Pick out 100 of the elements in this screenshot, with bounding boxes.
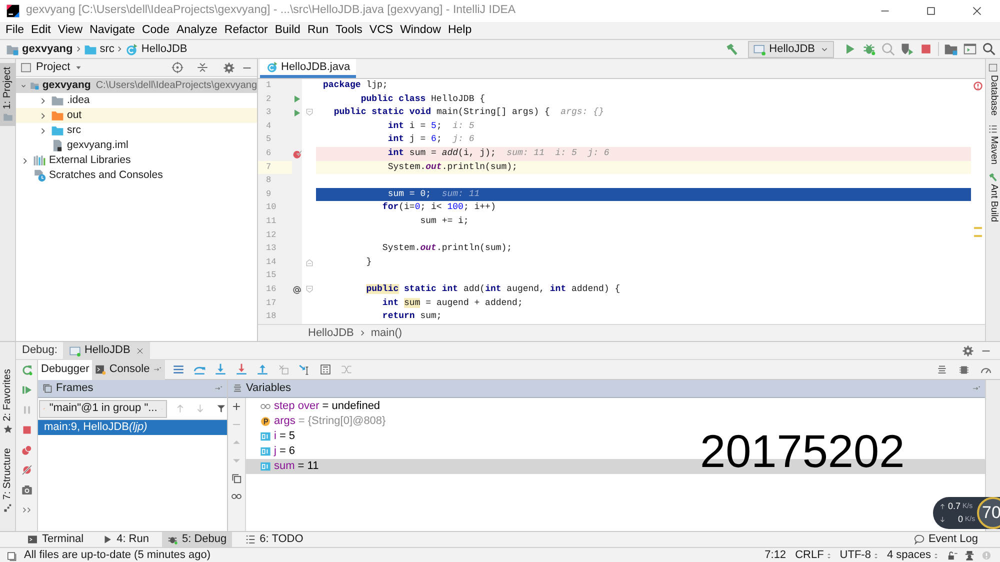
tool-window-tab[interactable]: 4: Run [96, 532, 154, 548]
tree-item[interactable]: out [16, 108, 257, 123]
menu-item[interactable]: Tools [332, 22, 366, 40]
tree-item[interactable]: .idea [16, 93, 257, 108]
window-icon[interactable] [6, 550, 18, 562]
run-configuration-dropdown[interactable]: HelloJDB [748, 40, 834, 58]
menu-item[interactable]: Edit [28, 22, 54, 40]
menu-item[interactable]: Code [138, 22, 173, 40]
tool-window-tab[interactable]: 1: Project [0, 63, 16, 126]
menu-item[interactable]: File [2, 22, 28, 40]
close-icon[interactable] [136, 346, 144, 354]
tool-window-tab[interactable]: 7: Structure [0, 448, 16, 513]
menu-item[interactable]: Run [304, 22, 332, 40]
tool-window-tab[interactable]: Database [986, 75, 1000, 116]
variable-row[interactable]: args = {String[0]@808} [246, 414, 985, 429]
tool-window-tab[interactable]: Ant Build [986, 184, 1000, 222]
add-icon[interactable] [231, 401, 242, 412]
camera-icon[interactable] [20, 484, 32, 496]
copy-icon[interactable] [231, 473, 242, 484]
calculator-icon[interactable] [318, 363, 332, 376]
resume-icon[interactable] [20, 384, 32, 396]
list-icon [232, 383, 243, 394]
search-icon[interactable] [982, 42, 996, 56]
view-dropdown[interactable]: Project [20, 59, 84, 76]
menu-item[interactable]: Navigate [86, 22, 138, 40]
editor-tab[interactable]: HelloJDB.java [260, 59, 356, 78]
tool-window-tab[interactable]: Terminal [22, 532, 89, 548]
encoding-selector[interactable]: UTF-8 [840, 547, 880, 562]
debug-icon[interactable] [862, 42, 876, 56]
breadcrumb[interactable]: gexvyang [6, 40, 73, 58]
menu-item[interactable]: Window [396, 22, 444, 40]
pin-icon[interactable] [152, 365, 162, 374]
frames-list-icon[interactable] [172, 363, 185, 376]
filter-icon[interactable] [216, 403, 226, 414]
run-icon[interactable] [292, 94, 302, 104]
menu-item[interactable]: Refactor [220, 22, 272, 40]
rerun-icon[interactable] [20, 364, 32, 376]
fold-icon[interactable] [304, 108, 314, 118]
tree-item[interactable]: External Libraries [16, 153, 257, 168]
shield-icon[interactable] [900, 42, 914, 56]
trace-icon[interactable] [340, 363, 353, 376]
breadcrumb[interactable]: src [84, 40, 114, 58]
tree-item[interactable]: src [16, 123, 257, 138]
view-tab[interactable]: Console [92, 360, 165, 380]
mute-breakpoints-icon[interactable] [20, 464, 32, 476]
breadcrumb[interactable]: HelloJDB [308, 324, 354, 342]
fold-icon[interactable] [304, 285, 314, 294]
line-separator-selector[interactable]: CRLF [795, 547, 833, 562]
step-into-icon[interactable] [214, 363, 227, 376]
breakpoints-icon[interactable] [20, 444, 32, 456]
stop-icon[interactable] [919, 42, 933, 56]
frame-item[interactable]: main:9, HelloJDB(ljp) [38, 420, 227, 435]
coverage-icon[interactable] [881, 42, 895, 56]
hammer-icon[interactable] [725, 42, 740, 56]
view-tab[interactable]: Debugger [38, 360, 92, 380]
tool-window-tab[interactable]: 6: TODO [240, 532, 308, 548]
list-icon[interactable] [936, 364, 948, 376]
inspector-icon[interactable] [964, 550, 975, 561]
menu-item[interactable]: Help [444, 22, 476, 40]
tree-item[interactable]: Scratches and Consoles [16, 168, 257, 183]
indent-selector[interactable]: 4 spaces [886, 547, 940, 562]
glasses-icon[interactable] [231, 491, 242, 502]
terminal-window-icon[interactable] [963, 42, 977, 56]
step-out-icon[interactable] [256, 363, 269, 376]
thread-dropdown[interactable]: "main"@1 in group "... [39, 400, 167, 418]
tool-window-tab[interactable]: 5: Debug [162, 532, 232, 548]
menu-item[interactable]: VCS [366, 22, 397, 40]
pin-icon[interactable] [214, 384, 223, 393]
arrow-up-icon[interactable] [175, 403, 186, 414]
force-step-into-icon[interactable] [234, 363, 248, 376]
settings-icon[interactable] [962, 344, 974, 356]
stop-icon[interactable] [20, 424, 32, 436]
breadcrumb[interactable]: HelloJDB [125, 40, 188, 58]
locate-icon[interactable] [171, 61, 184, 74]
menu-item[interactable]: Analyze [172, 22, 221, 40]
breakpoint-icon[interactable] [292, 148, 302, 159]
fold-icon[interactable] [304, 258, 314, 268]
override-icon[interactable] [292, 284, 302, 295]
run-to-cursor-icon[interactable] [298, 363, 311, 376]
cursor-position[interactable]: 7:12 [764, 547, 786, 562]
variable-row[interactable]: step over = undefined [246, 399, 985, 414]
error-icon[interactable] [973, 81, 983, 91]
breadcrumb[interactable]: main() [370, 324, 402, 342]
tool-window-tab[interactable]: 2: Favorites [0, 369, 16, 434]
pin-icon[interactable] [972, 384, 981, 393]
tree-item[interactable]: gexvyang.iml [16, 138, 257, 153]
settings-icon[interactable] [223, 62, 235, 74]
run-icon[interactable] [292, 108, 302, 118]
tree-item[interactable]: gexvyang C:\Users\dell\IdeaProjects\gexvyang [16, 78, 257, 93]
tool-window-tab[interactable]: Maven [986, 136, 1000, 164]
lock-icon[interactable] [947, 550, 958, 561]
collapse-icon[interactable] [196, 61, 209, 74]
menu-item[interactable]: View [54, 22, 86, 40]
project-structure-icon[interactable] [944, 42, 958, 56]
memory-icon[interactable] [958, 364, 970, 376]
event-log-tab[interactable]: Event Log [914, 531, 978, 548]
menu-item[interactable]: Build [271, 22, 304, 40]
arrow-down-icon[interactable] [195, 403, 206, 414]
session-tab[interactable]: HelloJDB [63, 342, 150, 360]
drop-frame-icon[interactable] [276, 363, 290, 376]
